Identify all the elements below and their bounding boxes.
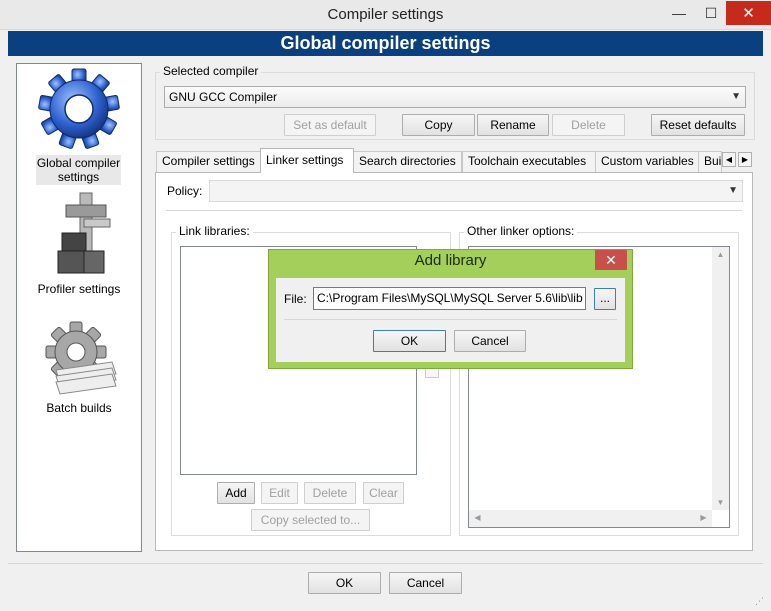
tab-scroll-left-icon[interactable]: ◀ [722, 152, 736, 167]
tab-linker-settings[interactable]: Linker settings [260, 148, 354, 173]
set-as-default-button[interactable]: Set as default [284, 114, 376, 136]
maximize-button[interactable]: ☐ [696, 1, 726, 25]
scroll-right-icon[interactable]: ▶ [695, 513, 712, 522]
divider [166, 210, 742, 211]
resize-grip-icon[interactable]: ⋰ [755, 596, 764, 607]
edit-library-button[interactable]: Edit [261, 482, 298, 504]
dialog-ok-button[interactable]: OK [373, 330, 446, 352]
copy-compiler-button[interactable]: Copy [402, 114, 475, 136]
dialog-close-button[interactable]: ✕ [595, 250, 627, 270]
tab-compiler-settings[interactable]: Compiler settings [156, 151, 261, 172]
policy-select[interactable]: ▼ [209, 180, 743, 202]
clear-libraries-button[interactable]: Clear [363, 482, 404, 504]
scroll-up-icon[interactable]: ▲ [712, 250, 729, 259]
window-title: Compiler settings [327, 6, 444, 23]
tab-custom-variables[interactable]: Custom variables [595, 151, 699, 172]
dialog-divider [284, 319, 617, 320]
category-label: Global compiler settings [36, 155, 121, 185]
compiler-select-value: GNU GCC Compiler [169, 90, 278, 104]
cancel-button[interactable]: Cancel [389, 572, 462, 594]
file-label: File: [284, 292, 307, 306]
tab-toolchain-executables[interactable]: Toolchain executables [462, 151, 596, 172]
tab-build-options[interactable]: Bui [698, 151, 722, 172]
tab-scroll-right-icon[interactable]: ▶ [738, 152, 752, 167]
chevron-down-icon: ▼ [728, 185, 738, 196]
vertical-scrollbar[interactable]: ▲ ▼ [712, 247, 729, 510]
file-path-input[interactable]: C:\Program Files\MySQL\MySQL Server 5.6\… [313, 287, 586, 310]
copy-selected-to-button[interactable]: Copy selected to... [251, 509, 370, 531]
selected-compiler-label: Selected compiler [160, 64, 262, 78]
page-banner: Global compiler settings [8, 31, 763, 56]
batch-gear-icon [45, 321, 117, 395]
chevron-down-icon: ▼ [731, 91, 741, 102]
close-window-button[interactable]: ✕ [726, 1, 771, 25]
footer-divider [8, 563, 763, 564]
scroll-down-icon[interactable]: ▼ [712, 498, 729, 507]
category-batch-builds[interactable]: Batch builds [17, 320, 141, 415]
category-list: Global compiler settings Profiler settin… [16, 63, 142, 552]
category-profiler[interactable]: Profiler settings [17, 189, 141, 296]
ok-button[interactable]: OK [308, 572, 381, 594]
gear-icon [38, 68, 120, 149]
compiler-select[interactable]: GNU GCC Compiler ▼ [164, 86, 746, 108]
reset-defaults-button[interactable]: Reset defaults [651, 114, 745, 136]
delete-compiler-button[interactable]: Delete [552, 114, 625, 136]
minimize-button[interactable]: — [662, 1, 696, 25]
caliper-icon [57, 192, 111, 274]
dialog-title: Add library [414, 252, 487, 269]
scroll-left-icon[interactable]: ◀ [469, 513, 486, 522]
other-linker-options-label: Other linker options: [464, 224, 578, 238]
category-label: Batch builds [46, 401, 112, 415]
tab-search-directories[interactable]: Search directories [353, 151, 462, 172]
link-libraries-label: Link libraries: [176, 224, 253, 238]
rename-compiler-button[interactable]: Rename [477, 114, 549, 136]
delete-library-button[interactable]: Delete [304, 482, 356, 504]
horizontal-scrollbar[interactable]: ◀ ▶ [469, 510, 712, 527]
policy-label: Policy: [167, 184, 203, 198]
dialog-cancel-button[interactable]: Cancel [454, 330, 526, 352]
category-label: Profiler settings [37, 282, 121, 296]
browse-button[interactable]: ... [594, 288, 616, 310]
category-global-compiler[interactable]: Global compiler settings [17, 66, 141, 185]
add-library-button[interactable]: Add [217, 482, 255, 504]
